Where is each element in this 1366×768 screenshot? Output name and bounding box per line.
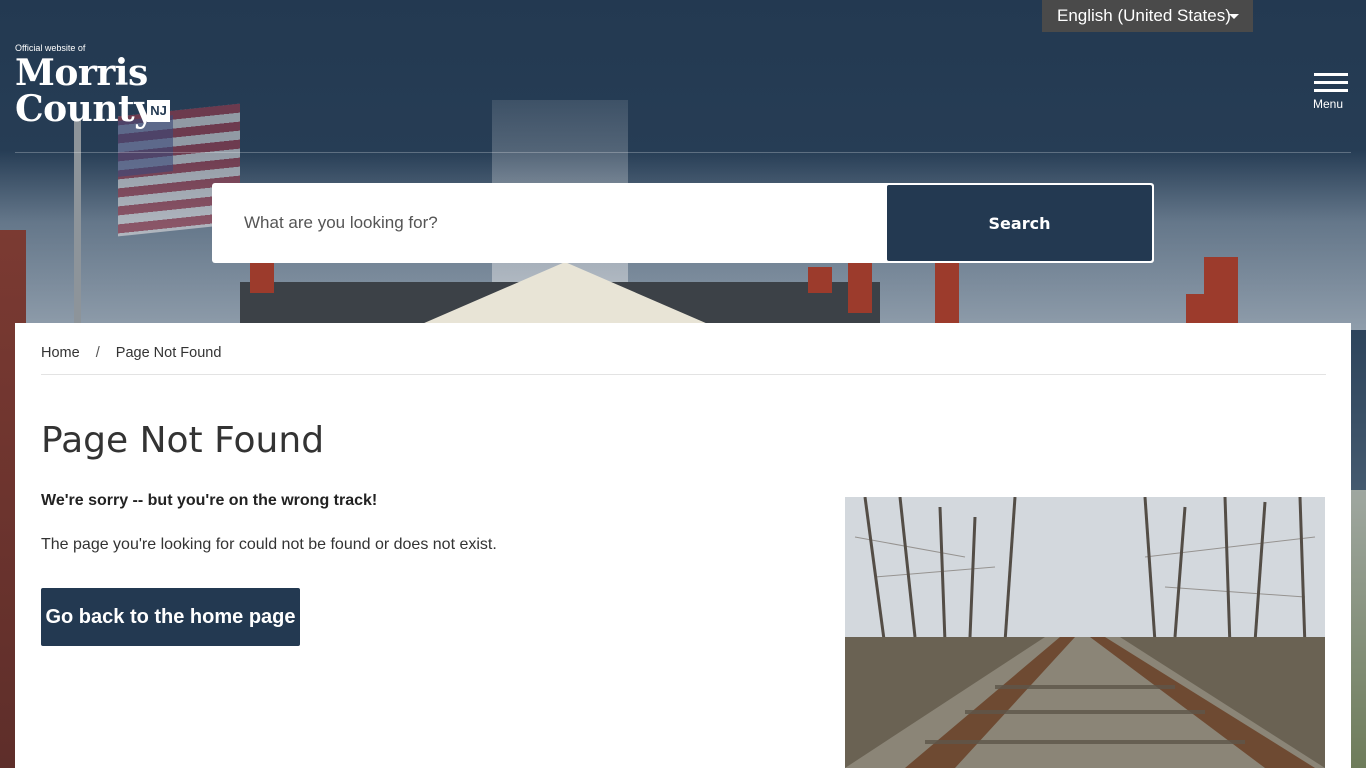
- hero-right-greenery: [1351, 490, 1366, 768]
- railroad-tracks-illustration: [845, 497, 1325, 768]
- hero-chimney: [808, 267, 832, 293]
- breadcrumb-divider: [41, 374, 1326, 375]
- logo-nj-badge: NJ: [147, 100, 170, 122]
- language-select-value: English (United States): [1057, 6, 1231, 25]
- search-input[interactable]: [212, 183, 887, 263]
- breadcrumb-separator: /: [95, 345, 100, 361]
- search-button[interactable]: Search: [887, 185, 1152, 261]
- menu-label: Menu: [1313, 97, 1344, 111]
- hamburger-bar: [1314, 73, 1348, 76]
- hamburger-bar: [1314, 81, 1348, 84]
- breadcrumb-home-link[interactable]: Home: [41, 345, 80, 361]
- main-content: Home / Page Not Found Page Not Found We'…: [15, 323, 1351, 768]
- breadcrumb-current: Page Not Found: [115, 345, 222, 361]
- hamburger-bar: [1314, 89, 1348, 92]
- logo-line-county: County: [15, 88, 155, 130]
- not-found-description: The page you're looking for could not be…: [41, 536, 497, 553]
- language-select[interactable]: English (United States): [1042, 0, 1253, 32]
- page-title: Page Not Found: [41, 420, 325, 461]
- site-logo[interactable]: Official website of Morris County NJ: [15, 42, 185, 134]
- chevron-down-icon: [1229, 14, 1239, 19]
- railroad-tracks-image: [845, 497, 1325, 768]
- search-bar: Search: [212, 183, 1154, 263]
- breadcrumb: Home / Page Not Found: [41, 345, 221, 361]
- hero-chimney: [935, 263, 959, 323]
- menu-button[interactable]: Menu: [1310, 70, 1350, 112]
- hero-chimney: [1186, 294, 1210, 323]
- go-home-button[interactable]: Go back to the home page: [41, 588, 300, 646]
- hero-chimney: [848, 263, 872, 313]
- sorry-message: We're sorry -- but you're on the wrong t…: [41, 492, 378, 509]
- hero-chimney: [250, 263, 274, 293]
- header-divider: [15, 152, 1351, 153]
